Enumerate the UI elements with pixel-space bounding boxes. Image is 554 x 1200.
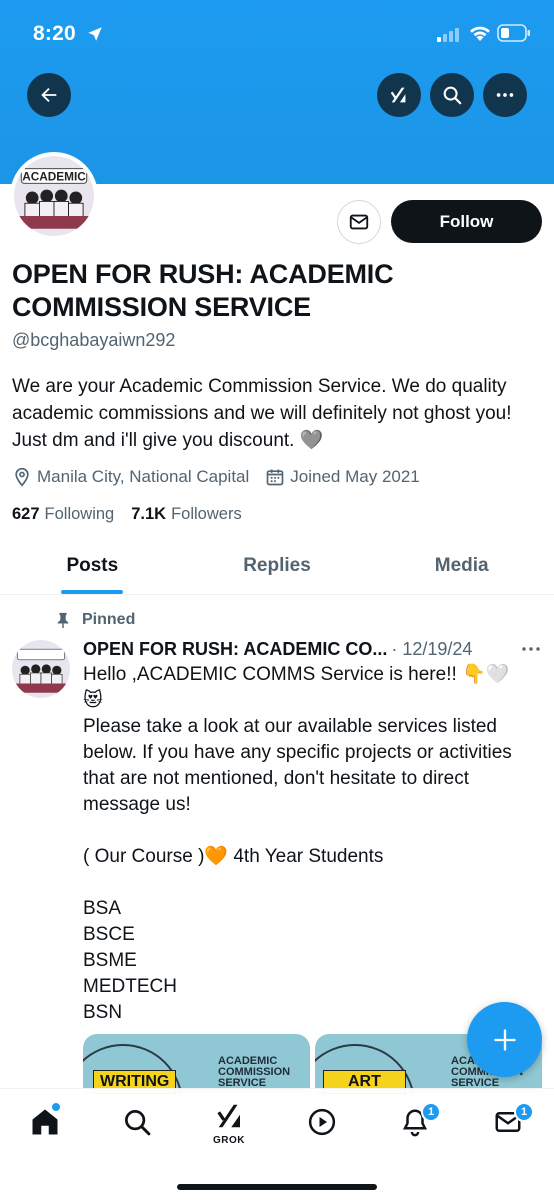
- status-time: 8:20: [33, 22, 76, 45]
- search-icon: [125, 1110, 151, 1136]
- search-button[interactable]: [430, 73, 474, 117]
- cellular-signal-icon: [437, 28, 459, 42]
- tab-posts[interactable]: Posts: [0, 538, 185, 594]
- search-icon: [443, 86, 462, 105]
- joined-text: Joined May 2021: [290, 467, 420, 486]
- post-date[interactable]: · 12/19/24: [391, 639, 472, 660]
- profile-avatar[interactable]: ACADEMIC: [10, 152, 98, 240]
- media-title: ACADEMIC COMMISSION SERVICE: [218, 1055, 291, 1089]
- grok-button[interactable]: [377, 73, 421, 117]
- wifi-icon: [470, 26, 490, 41]
- followers-link[interactable]: 7.1K Followers: [131, 505, 241, 524]
- followers-label: Followers: [171, 505, 242, 523]
- compose-button[interactable]: [467, 1002, 542, 1077]
- message-button[interactable]: [337, 200, 381, 244]
- avatar-text: ACADEMIC: [22, 170, 86, 184]
- nav-video[interactable]: [305, 1105, 339, 1139]
- grok-label: GROK: [213, 1135, 245, 1146]
- more-options-button[interactable]: [483, 73, 527, 117]
- profile-name: OPEN FOR RUSH: ACADEMIC COMMISSION SERVI…: [12, 259, 394, 322]
- nav-search[interactable]: [120, 1105, 154, 1139]
- video-icon: [308, 1108, 336, 1136]
- tab-replies[interactable]: Replies: [185, 538, 370, 594]
- home-icon: [32, 1109, 58, 1135]
- profile-meta: Manila City, National Capital Joined May…: [12, 465, 436, 489]
- tab-media[interactable]: Media: [369, 538, 554, 594]
- home-indicator: [177, 1184, 377, 1190]
- avatar-image: ACADEMIC: [14, 156, 94, 236]
- calendar-icon: [266, 469, 284, 486]
- grok-icon: [217, 1104, 240, 1128]
- envelope-icon: [349, 214, 369, 230]
- notifications-badge: 1: [421, 1102, 441, 1122]
- profile-tabs: Posts Replies Media: [0, 538, 554, 595]
- status-bar: 8:20: [0, 20, 554, 48]
- pinned-indicator: Pinned: [56, 611, 135, 629]
- location-text: Manila City, National Capital: [37, 467, 250, 486]
- back-button[interactable]: [27, 73, 71, 117]
- profile-location: Manila City, National Capital: [12, 467, 249, 487]
- location-arrow-icon: [88, 27, 102, 41]
- plus-icon: [494, 1029, 515, 1050]
- pin-icon: [57, 612, 69, 628]
- post-avatar-image: [12, 640, 70, 698]
- following-link[interactable]: 627 Following: [12, 505, 114, 524]
- follow-stats: 627 Following 7.1K Followers: [12, 505, 259, 524]
- post-header: OPEN FOR RUSH: ACADEMIC CO... · 12/19/24: [83, 637, 543, 661]
- more-horizontal-icon: [496, 93, 514, 97]
- profile-bio: We are your Academic Commission Service.…: [12, 376, 512, 451]
- post-text: Hello ,ACADEMIC COMMS Service is here!! …: [83, 664, 512, 1023]
- post-more-icon[interactable]: [519, 637, 543, 661]
- grok-icon: [390, 87, 406, 103]
- pinned-label: Pinned: [82, 611, 136, 628]
- follow-button[interactable]: Follow: [391, 200, 542, 243]
- home-unread-dot: [52, 1103, 60, 1111]
- followers-count: 7.1K: [131, 505, 167, 523]
- battery-icon: [497, 24, 530, 42]
- following-label: Following: [44, 505, 115, 523]
- arrow-left-icon: [41, 87, 57, 103]
- location-pin-icon: [15, 467, 29, 487]
- following-count: 627: [12, 505, 40, 523]
- messages-badge: 1: [514, 1102, 534, 1122]
- post-avatar[interactable]: [12, 640, 70, 698]
- profile-joined: Joined May 2021: [265, 467, 420, 487]
- post-author[interactable]: OPEN FOR RUSH: ACADEMIC CO...: [83, 639, 387, 660]
- profile-handle: @bcghabayaiwn292: [12, 330, 176, 350]
- nav-grok[interactable]: [213, 1099, 247, 1133]
- media-image-writing[interactable]: ACADEMIC COMMISSION SERVICE WRITING: [83, 1034, 310, 1094]
